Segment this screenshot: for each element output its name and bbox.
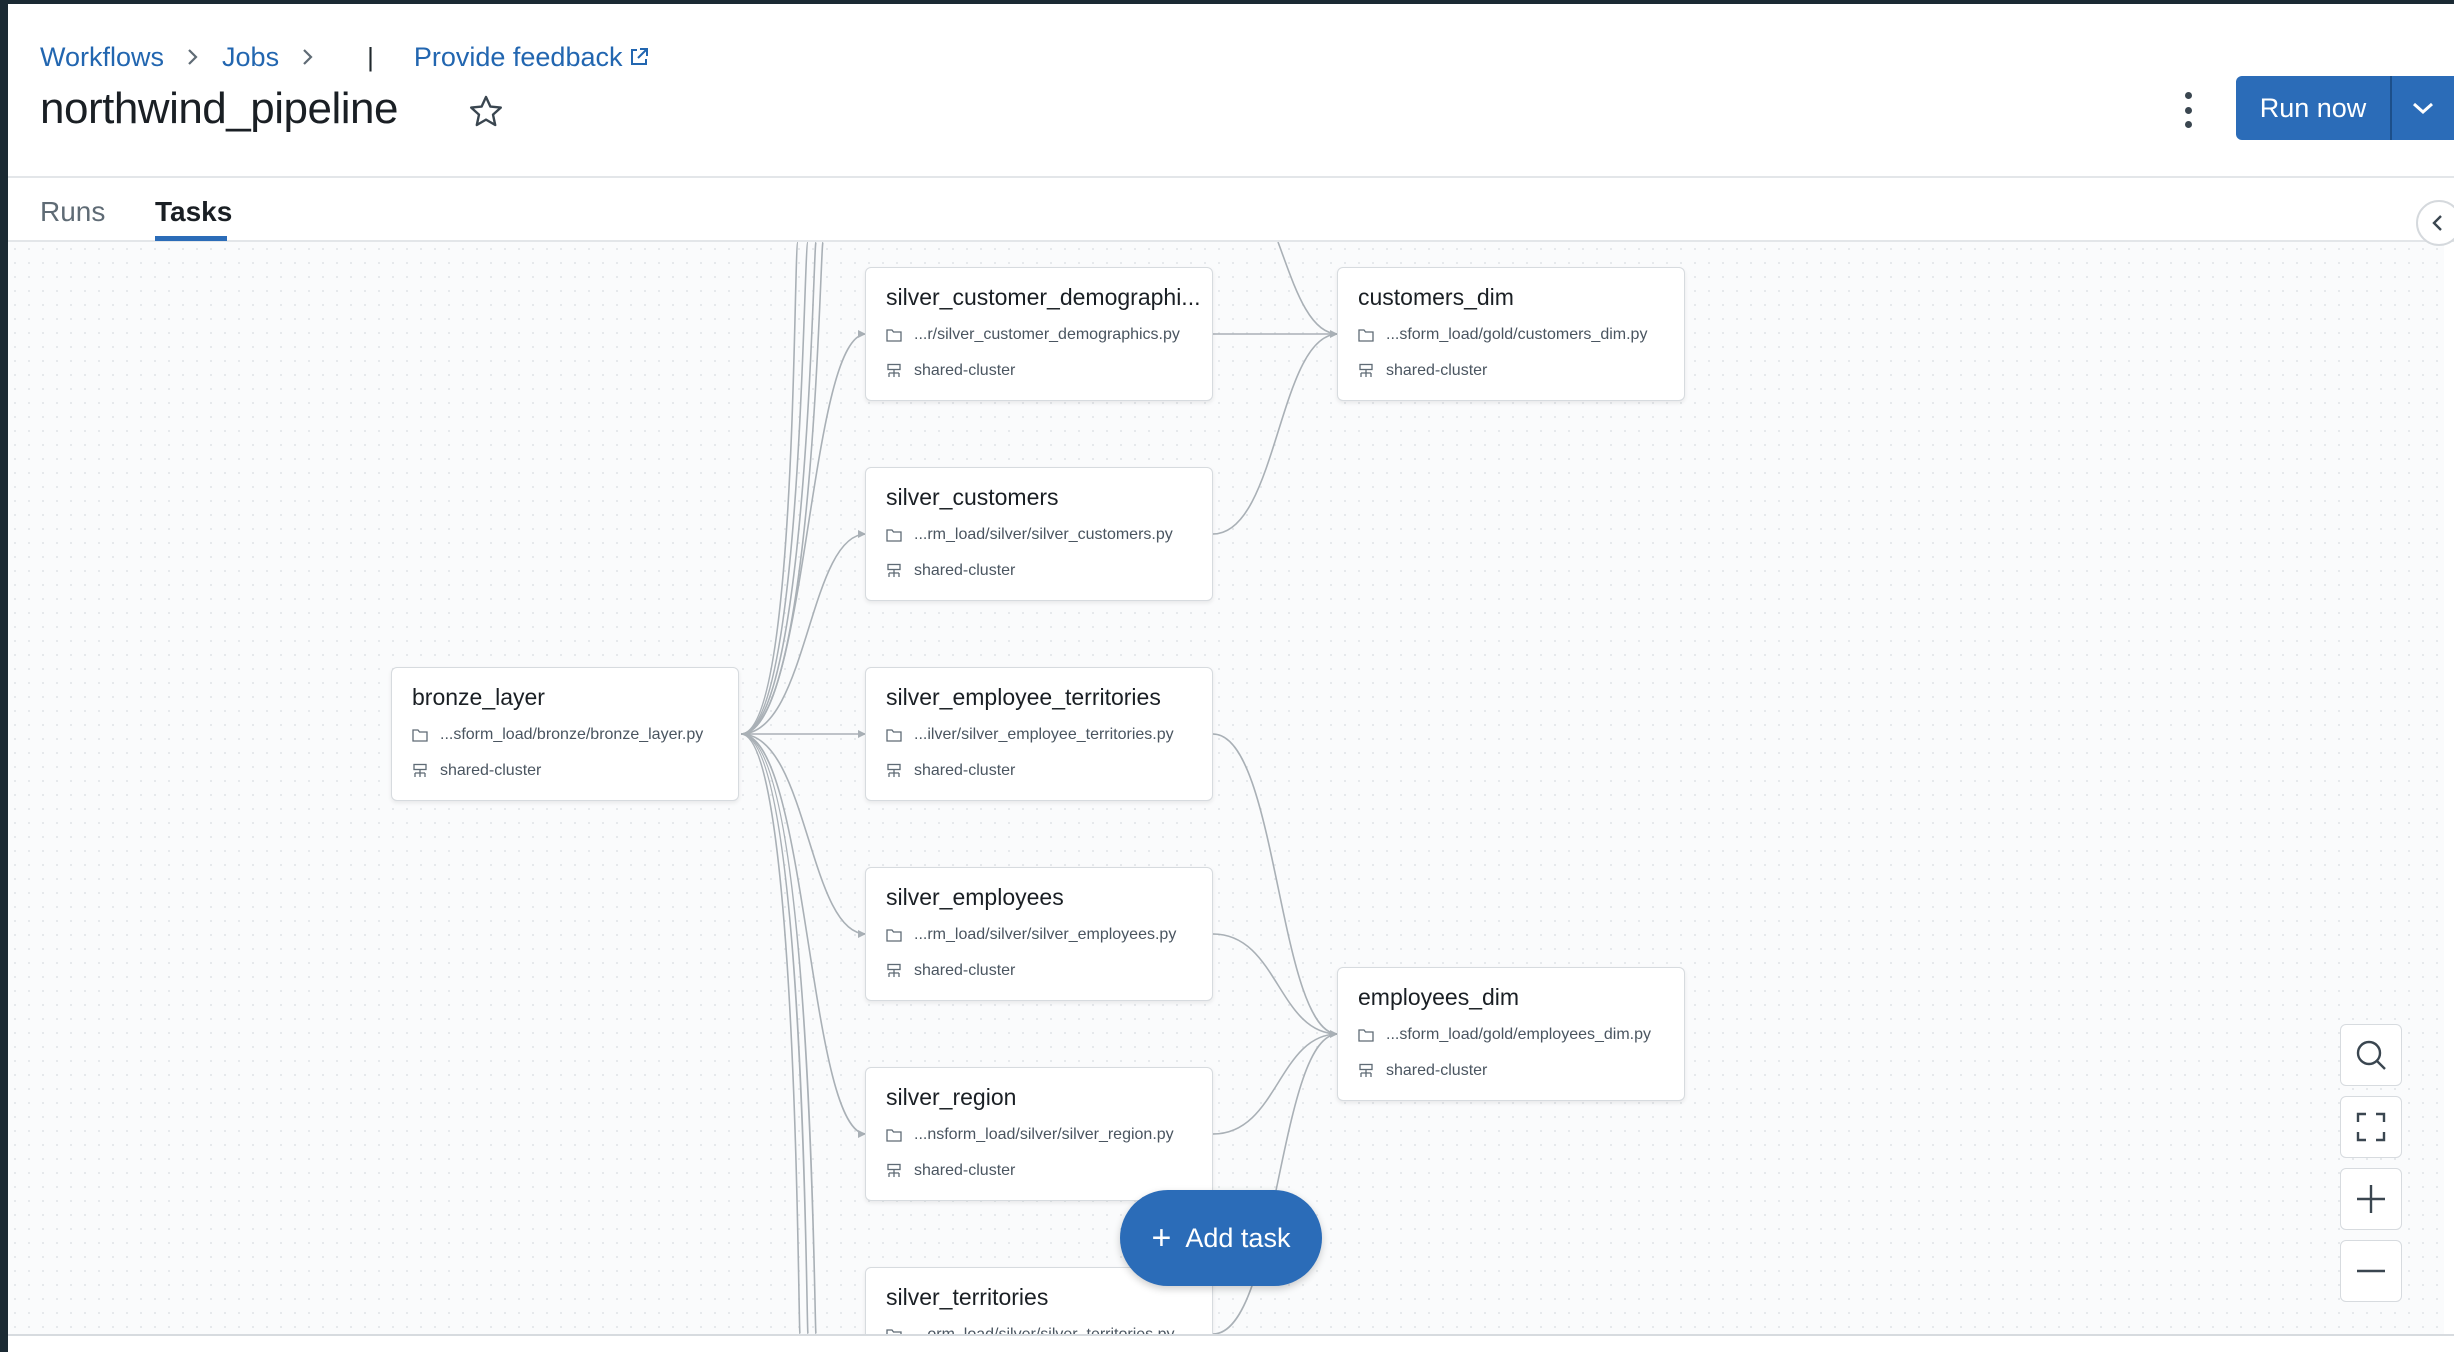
task-path: ...nsform_load/silver/silver_region.py: [886, 1126, 1174, 1144]
task-path-text: ...rm_load/silver/silver_customers.py: [914, 526, 1173, 543]
task-name: customers_dim: [1358, 284, 1514, 310]
task-cluster: shared-cluster: [886, 362, 1015, 380]
task-cluster-text: shared-cluster: [914, 1162, 1016, 1179]
task-node[interactable]: silver_employees ...rm_load/silver/silve…: [865, 867, 1213, 1001]
task-cluster-text: shared-cluster: [914, 762, 1016, 779]
task-cluster-text: shared-cluster: [440, 762, 542, 779]
task-cluster: shared-cluster: [886, 1162, 1015, 1180]
cluster-icon: [413, 763, 427, 777]
task-cluster-text: shared-cluster: [914, 562, 1016, 579]
task-node[interactable]: bronze_layer ...sform_load/bronze/bronze…: [391, 667, 739, 801]
folder-icon: [412, 729, 428, 742]
task-node[interactable]: silver_region ...nsform_load/silver/silv…: [865, 1067, 1213, 1201]
plus-icon: +: [1151, 1218, 1172, 1257]
folder-icon: [1358, 329, 1374, 342]
task-cluster-text: shared-cluster: [1386, 362, 1488, 379]
folder-icon: [886, 529, 902, 542]
run-now-label: Run now: [2259, 92, 2367, 123]
task-cluster: shared-cluster: [886, 562, 1015, 580]
chevron-down-icon[interactable]: [2392, 100, 2454, 116]
task-path: ...r/silver_customer_demographics.py: [886, 326, 1180, 344]
fit-view-icon[interactable]: [2340, 1096, 2402, 1158]
cluster-icon: [1359, 1063, 1373, 1077]
task-node[interactable]: customers_dim ...sform_load/gold/custome…: [1337, 267, 1685, 401]
zoom-in-icon[interactable]: [2340, 1168, 2402, 1230]
folder-icon: [886, 729, 902, 742]
task-cluster: shared-cluster: [886, 762, 1015, 780]
folder-icon: [886, 1129, 902, 1142]
canvas-bottom-border: [8, 1334, 2454, 1336]
folder-icon: [886, 329, 902, 342]
dependency-edges: [740, 242, 1339, 1334]
external-link-icon: [628, 46, 650, 68]
breadcrumb: Workflows Jobs | Provide feedback: [40, 40, 650, 74]
cluster-icon: [887, 1163, 901, 1177]
page-title: northwind_pipeline: [40, 84, 398, 133]
task-name: silver_territories: [886, 1284, 1049, 1310]
cluster-icon: [887, 963, 901, 977]
task-node[interactable]: silver_employee_territories ...ilver/sil…: [865, 667, 1213, 801]
task-node[interactable]: silver_customer_demographi... ...r/silve…: [865, 267, 1213, 401]
chevron-right-icon: [186, 47, 200, 67]
task-cluster-text: shared-cluster: [914, 362, 1016, 379]
breadcrumb-jobs[interactable]: Jobs: [222, 42, 279, 73]
header-divider: [8, 176, 2454, 178]
task-name: silver_customer_demographi...: [886, 284, 1201, 310]
task-name: employees_dim: [1358, 984, 1520, 1010]
task-name: silver_region: [886, 1084, 1017, 1110]
task-cluster: shared-cluster: [886, 962, 1015, 980]
task-path: ...sform_load/bronze/bronze_layer.py: [412, 726, 703, 744]
add-task-label: Add task: [1185, 1222, 1291, 1253]
provide-feedback-link[interactable]: Provide feedback: [414, 42, 623, 73]
task-node[interactable]: silver_customers ...rm_load/silver/silve…: [865, 467, 1213, 601]
cluster-icon: [887, 363, 901, 377]
task-path-text: ...orm_load/silver/silver_territories.py: [914, 1326, 1175, 1334]
star-icon[interactable]: [466, 92, 506, 132]
cluster-icon: [1359, 363, 1373, 377]
task-path: ...rm_load/silver/silver_customers.py: [886, 526, 1173, 544]
zoom-out-icon[interactable]: [2340, 1240, 2402, 1302]
task-name: bronze_layer: [412, 684, 545, 710]
folder-icon: [1358, 1029, 1374, 1042]
task-name: silver_employees: [886, 884, 1064, 910]
cluster-icon: [887, 763, 901, 777]
task-name: silver_customers: [886, 484, 1059, 510]
tab-tasks[interactable]: Tasks: [155, 196, 232, 228]
task-cluster-text: shared-cluster: [914, 962, 1016, 979]
task-path: ...sform_load/gold/employees_dim.py: [1358, 1026, 1651, 1044]
folder-icon: [886, 929, 902, 942]
breadcrumb-separator: |: [367, 41, 374, 72]
task-path: ...rm_load/silver/silver_employees.py: [886, 926, 1176, 944]
chevron-right-icon: [301, 47, 315, 67]
task-path-text: ...r/silver_customer_demographics.py: [914, 326, 1180, 343]
task-path-text: ...sform_load/bronze/bronze_layer.py: [440, 726, 704, 743]
task-cluster: shared-cluster: [412, 762, 541, 780]
task-path: ...sform_load/gold/customers_dim.py: [1358, 326, 1647, 344]
task-path-text: ...ilver/silver_employee_territories.py: [914, 726, 1174, 743]
active-tab-indicator: [155, 236, 227, 241]
collapse-panel-icon[interactable]: [2416, 200, 2454, 246]
task-cluster: shared-cluster: [1358, 1062, 1487, 1080]
cluster-icon: [887, 563, 901, 577]
breadcrumb-workflows[interactable]: Workflows: [40, 42, 164, 73]
dag-canvas[interactable]: silver_customer_demographi... ...r/silve…: [8, 242, 2444, 1334]
window-top-border: [0, 0, 2454, 4]
task-cluster: shared-cluster: [1358, 362, 1487, 380]
task-path-text: ...nsform_load/silver/silver_region.py: [914, 1126, 1174, 1143]
kebab-menu-icon[interactable]: [2172, 92, 2204, 128]
task-path: ...orm_load/silver/silver_territories.py: [886, 1326, 1175, 1334]
task-path-text: ...rm_load/silver/silver_employees.py: [914, 926, 1177, 943]
window-left-border: [0, 0, 8, 1352]
task-path-text: ...sform_load/gold/employees_dim.py: [1386, 1026, 1652, 1043]
task-cluster-text: shared-cluster: [1386, 1062, 1488, 1079]
tab-runs[interactable]: Runs: [40, 196, 105, 228]
task-node[interactable]: employees_dim ...sform_load/gold/employe…: [1337, 967, 1685, 1101]
search-icon[interactable]: [2340, 1024, 2402, 1086]
task-path-text: ...sform_load/gold/customers_dim.py: [1386, 326, 1648, 343]
add-task-button[interactable]: + Add task: [1120, 1190, 1322, 1286]
task-path: ...ilver/silver_employee_territories.py: [886, 726, 1174, 744]
task-name: silver_employee_territories: [886, 684, 1161, 710]
run-now-button[interactable]: Run now: [2236, 76, 2454, 140]
